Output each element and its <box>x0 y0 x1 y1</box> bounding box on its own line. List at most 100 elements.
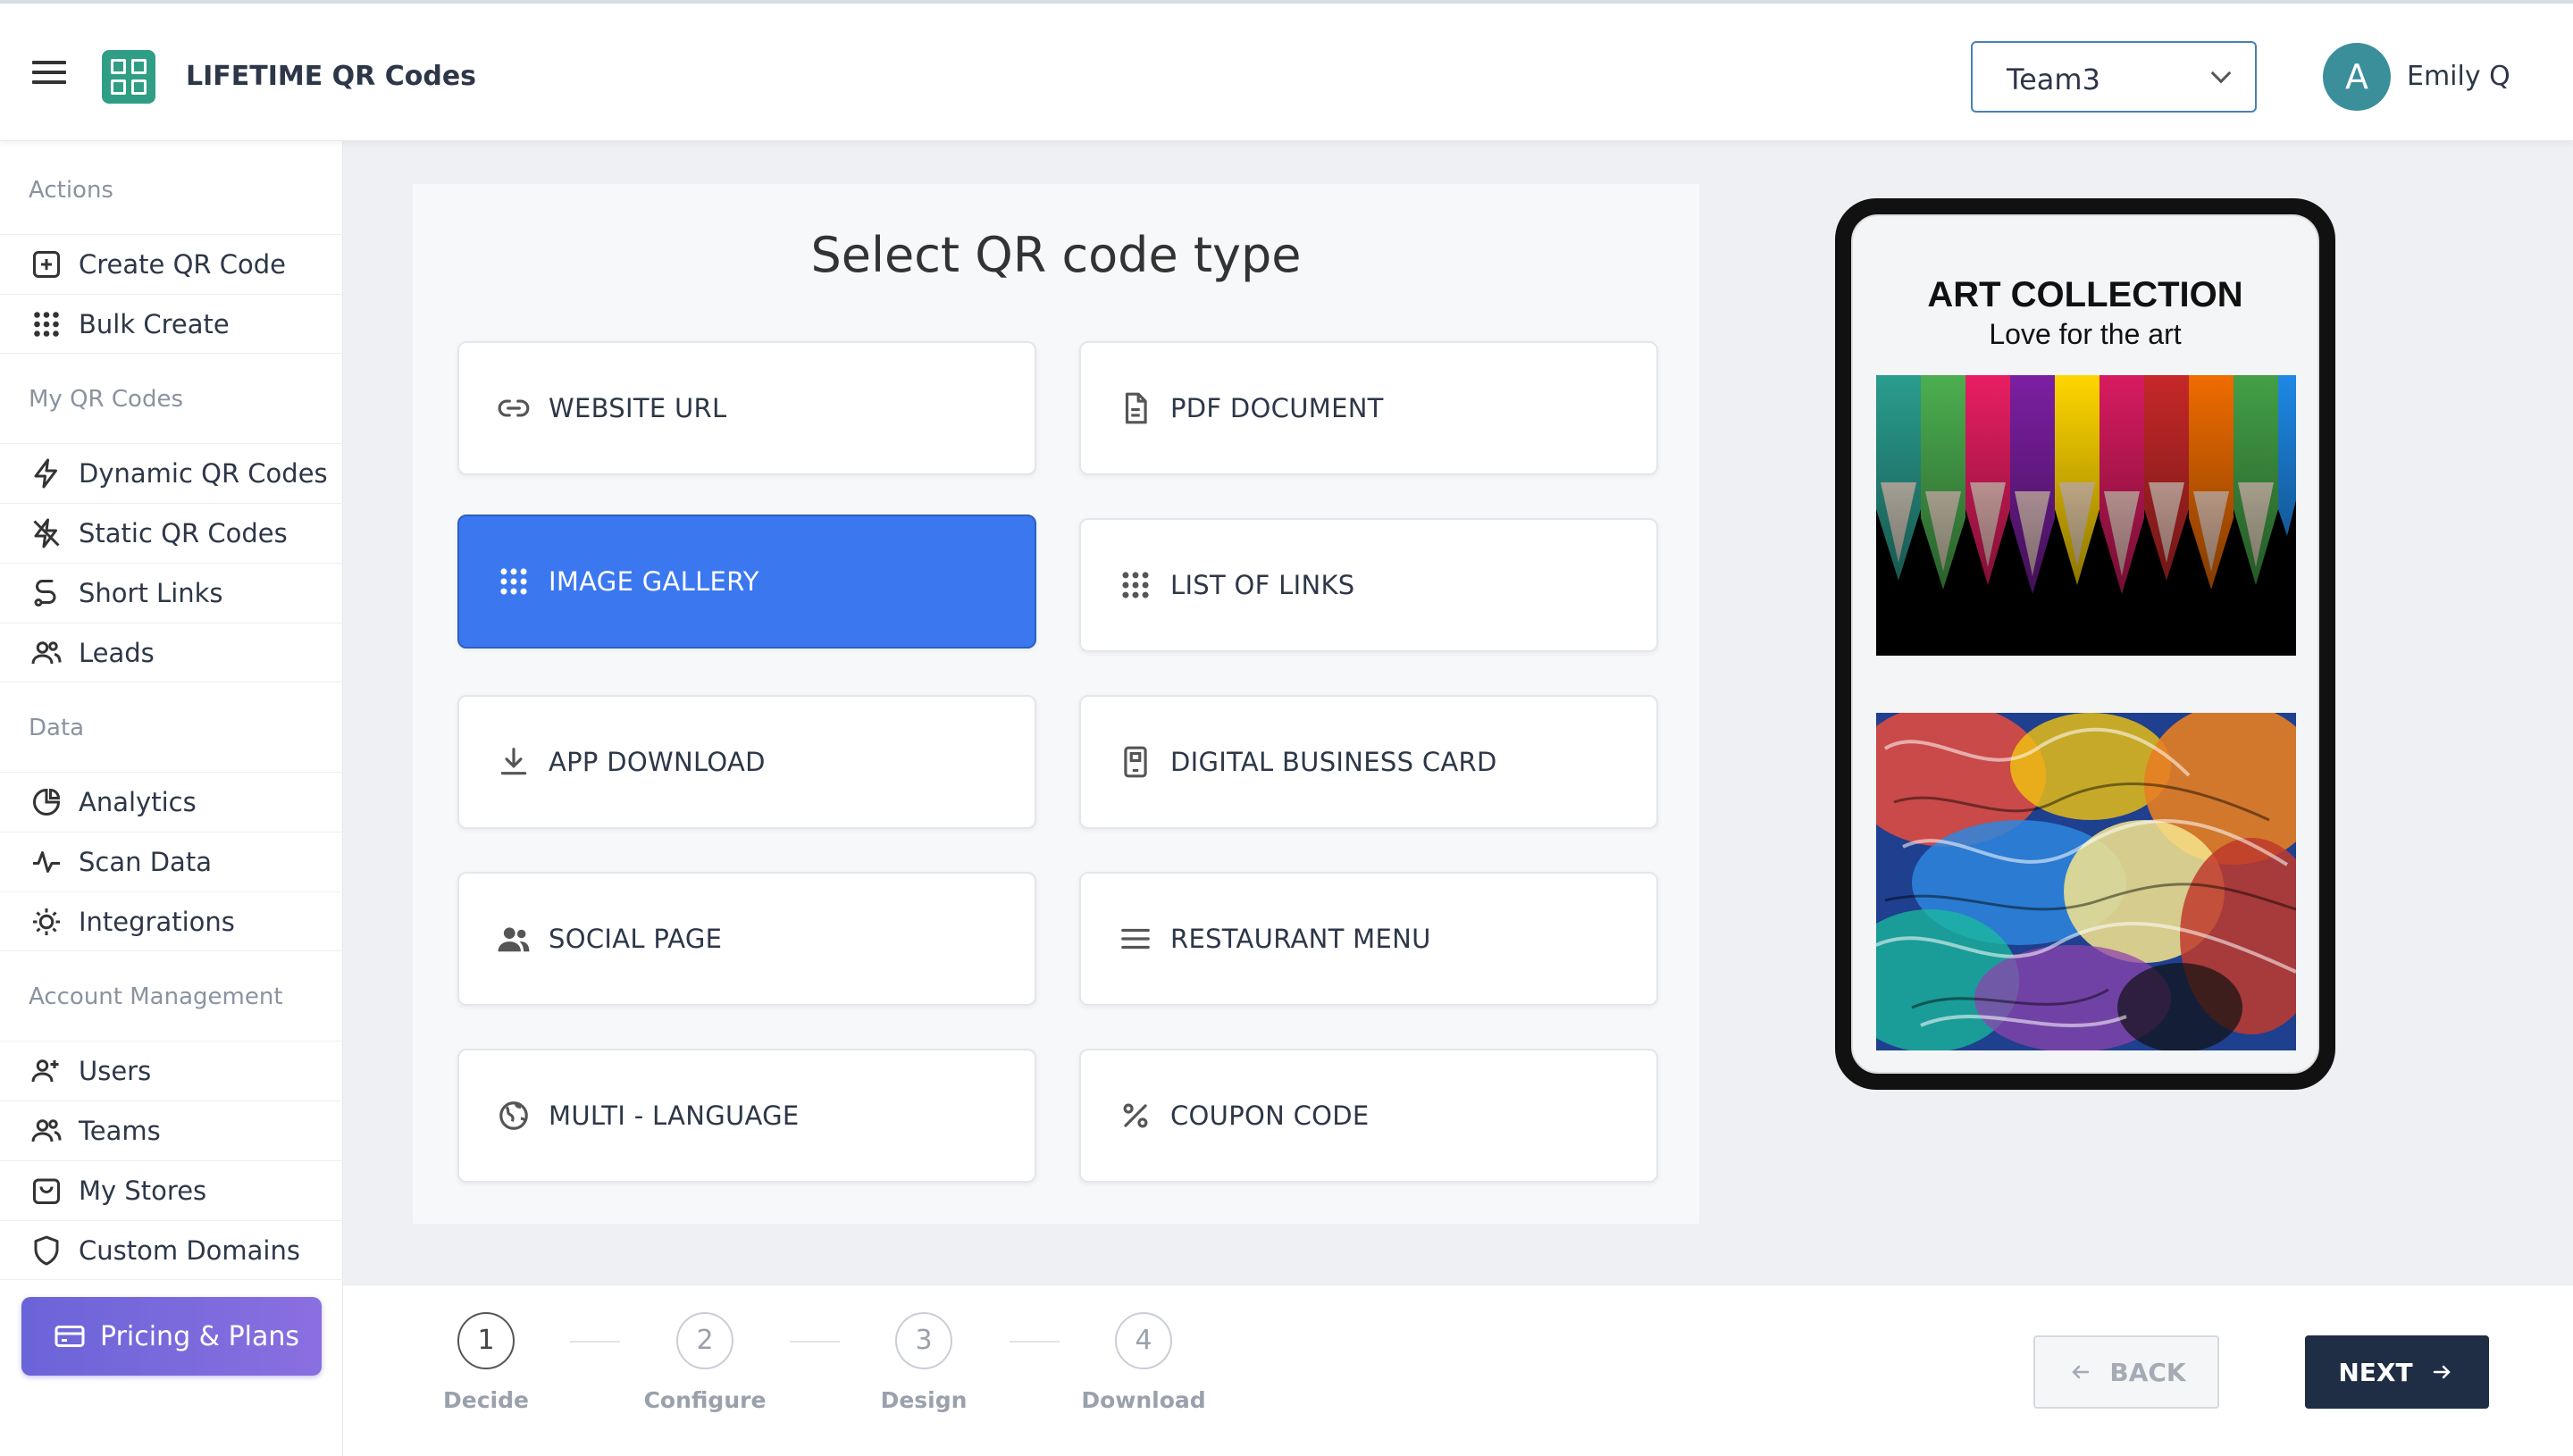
arrow-right-icon <box>2433 1365 2451 1379</box>
grid-dots-icon <box>34 311 59 337</box>
type-card-app-download[interactable]: APP DOWNLOAD <box>457 695 1036 829</box>
type-card-website-url[interactable]: WEBSITE URL <box>457 341 1036 475</box>
percent-icon <box>1123 1103 1148 1128</box>
step-number: 4 <box>1115 1312 1172 1369</box>
type-card-list-of-links[interactable]: LIST OF LINKS <box>1079 518 1658 652</box>
sidebar-item-teams[interactable]: Teams <box>0 1100 343 1159</box>
sidebar-item-label: Short Links <box>79 577 223 608</box>
back-label: BACK <box>2109 1357 2186 1387</box>
sidebar-item-integrations[interactable]: Integrations <box>0 891 343 950</box>
sidebar-item-label: Integrations <box>79 906 235 937</box>
next-button[interactable]: NEXT <box>2305 1335 2489 1409</box>
sidebar: Actions Create QR Code Bulk Create My QR… <box>0 141 343 1456</box>
type-card-label: IMAGE GALLERY <box>549 566 759 597</box>
step-number: 3 <box>895 1312 952 1369</box>
step-configure[interactable]: 2 Configure <box>642 1312 767 1413</box>
pencils-image <box>1876 375 2296 656</box>
pricing-button[interactable]: Pricing & Plans <box>21 1297 322 1376</box>
avatar[interactable]: A <box>2323 43 2391 111</box>
step-label: Decide <box>443 1387 529 1413</box>
sidebar-item-analytics[interactable]: Analytics <box>0 772 343 831</box>
type-card-pdf-document[interactable]: PDF DOCUMENT <box>1079 341 1658 475</box>
type-card-label: SOCIAL PAGE <box>549 924 723 954</box>
section-label-data: Data <box>29 715 85 741</box>
abstract-art-image <box>1876 713 2296 1050</box>
preview-subtitle: Love for the art <box>1989 318 2182 350</box>
type-card-label: PDF DOCUMENT <box>1170 393 1384 423</box>
user-plus-icon <box>31 1059 59 1082</box>
shopping-bag-icon <box>33 1178 60 1204</box>
arrow-left-icon <box>2072 1365 2090 1379</box>
sidebar-item-label: Custom Domains <box>79 1234 300 1266</box>
phone-preview: ART COLLECTION Love for the art <box>1835 198 2335 1090</box>
pricing-label: Pricing & Plans <box>100 1320 300 1352</box>
type-card-label: WEBSITE URL <box>549 393 727 423</box>
sidebar-item-create-qr[interactable]: Create QR Code <box>0 234 343 293</box>
sidebar-item-label: Analytics <box>79 786 197 817</box>
type-card-label: LIST OF LINKS <box>1170 570 1355 600</box>
user-name[interactable]: Emily Q <box>2407 61 2510 92</box>
link-icon <box>498 399 530 417</box>
sidebar-item-label: Dynamic QR Codes <box>79 457 328 489</box>
globe-icon <box>499 1101 528 1130</box>
sidebar-item-label: Users <box>79 1055 152 1086</box>
team-icon <box>31 1118 62 1142</box>
step-decide[interactable]: 1 Decide <box>423 1312 549 1413</box>
pie-chart-icon <box>33 788 61 816</box>
step-label: Configure <box>643 1387 767 1413</box>
step-number: 1 <box>457 1312 515 1369</box>
step-design[interactable]: 3 Design <box>861 1312 986 1413</box>
download-icon <box>500 748 527 775</box>
type-card-social-page[interactable]: SOCIAL PAGE <box>457 872 1036 1006</box>
sidebar-item-label: My Stores <box>79 1175 207 1206</box>
sidebar-item-scan-data[interactable]: Scan Data <box>0 832 343 891</box>
type-card-image-gallery[interactable]: IMAGE GALLERY <box>457 515 1036 649</box>
sidebar-item-label: Scan Data <box>79 846 212 877</box>
sidebar-item-bulk-create[interactable]: Bulk Create <box>0 294 343 353</box>
type-card-digital-business-card[interactable]: DIGITAL BUSINESS CARD <box>1079 695 1658 829</box>
step-download[interactable]: 4 Download <box>1081 1312 1206 1413</box>
qr-type-panel: Select QR code type WEBSITE URL PDF DOCU… <box>413 184 1699 1224</box>
sidebar-item-label: Static QR Codes <box>79 517 288 548</box>
step-connector <box>570 1341 620 1343</box>
sidebar-item-custom-domains[interactable]: Custom Domains <box>0 1220 343 1279</box>
grid-dots-icon <box>1122 572 1149 598</box>
type-card-label: MULTI - LANGUAGE <box>549 1100 800 1131</box>
page-title: Select QR code type <box>810 227 1302 283</box>
sidebar-item-my-stores[interactable]: My Stores <box>0 1160 343 1219</box>
file-icon <box>1125 392 1147 424</box>
sidebar-item-leads[interactable]: Leads <box>0 623 343 682</box>
app-logo <box>102 50 155 104</box>
step-label: Download <box>1081 1387 1206 1413</box>
team-select[interactable]: Team3 <box>1971 41 2257 113</box>
section-label-my-qr-codes: My QR Codes <box>29 386 183 413</box>
sidebar-item-short-links[interactable]: Short Links <box>0 563 343 622</box>
top-header: LIFETIME QR Codes Team3 A Emily Q <box>0 0 2573 141</box>
wizard-footer: 1 Decide 2 Configure 3 Design 4 Download… <box>343 1284 2573 1456</box>
menu-icon[interactable] <box>32 61 66 84</box>
sidebar-item-label: Leads <box>79 637 155 668</box>
menu-lines-icon <box>1121 928 1150 950</box>
type-card-coupon-code[interactable]: COUPON CODE <box>1079 1049 1658 1183</box>
bulb-icon <box>33 908 60 935</box>
credit-card-icon <box>54 1326 85 1347</box>
sidebar-item-dynamic-qr[interactable]: Dynamic QR Codes <box>0 443 343 502</box>
back-button[interactable]: BACK <box>2033 1335 2219 1409</box>
sidebar-item-label: Create QR Code <box>79 248 287 280</box>
grid-dots-icon <box>500 568 527 595</box>
sidebar-item-users[interactable]: Users <box>0 1041 343 1100</box>
users-icon <box>31 640 62 664</box>
next-label: NEXT <box>2338 1357 2413 1387</box>
section-label-account: Account Management <box>29 983 283 1010</box>
step-connector <box>1010 1341 1060 1343</box>
sidebar-item-static-qr[interactable]: Static QR Codes <box>0 503 343 562</box>
route-icon <box>34 579 56 607</box>
type-card-multi-language[interactable]: MULTI - LANGUAGE <box>457 1049 1036 1183</box>
sidebar-item-label: Teams <box>79 1115 161 1146</box>
type-card-label: COUPON CODE <box>1170 1100 1370 1131</box>
step-connector <box>790 1341 840 1343</box>
team-select-value: Team3 <box>2007 63 2100 96</box>
step-number: 2 <box>676 1312 733 1369</box>
lightning-off-icon <box>33 518 60 548</box>
type-card-restaurant-menu[interactable]: RESTAURANT MENU <box>1079 872 1658 1006</box>
